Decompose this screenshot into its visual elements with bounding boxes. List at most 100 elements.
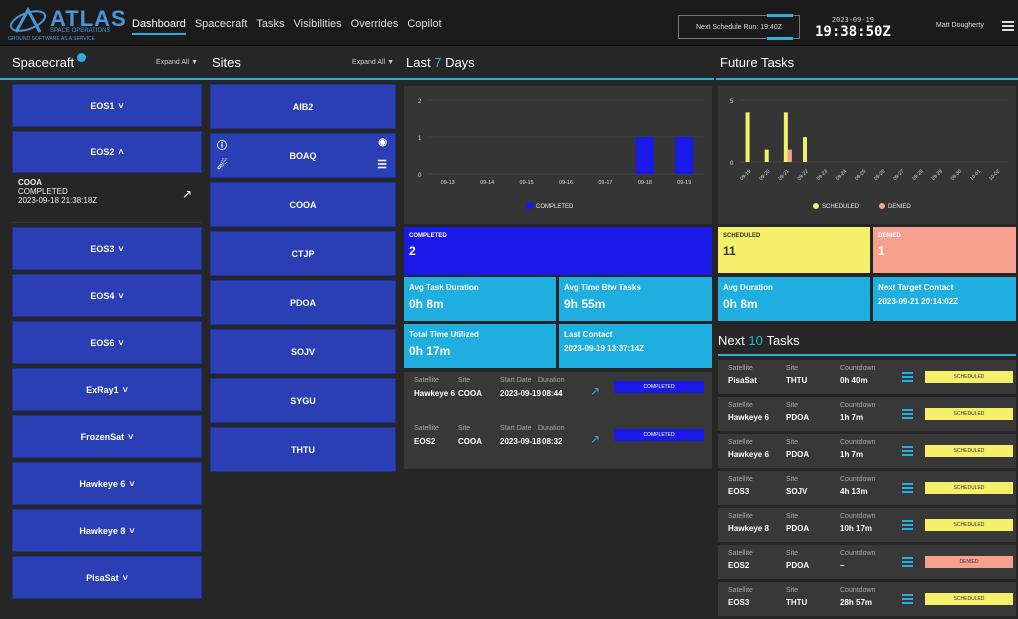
user-name[interactable]: Matt Dougherty [936, 22, 984, 29]
spacecraft-card-label: PisaSat [86, 572, 119, 583]
total-time-label: Total Time Utilized [409, 330, 479, 339]
hamburger-menu-icon[interactable] [1002, 21, 1014, 31]
completed-tile-label: COMPLETED [409, 233, 447, 239]
clock-date: 2023-09-19 [831, 16, 874, 24]
next-task-row[interactable]: Satellite Site Countdown EOS3 THTU 28h 57m SCH… [718, 582, 1016, 616]
site-card-sygu[interactable]: SYGU [210, 378, 396, 423]
eye-icon[interactable]: ◉ [378, 137, 387, 148]
header-site: Site [458, 377, 471, 384]
site-card-thtu[interactable]: THTU [210, 427, 396, 472]
list-icon[interactable] [902, 483, 913, 493]
nav-overrides[interactable]: Overrides [351, 18, 399, 35]
x-tick-label: 09-14 [480, 180, 494, 186]
next-task-row[interactable]: Satellite Site Countdown EOS2 PDOA – DENIED [718, 545, 1016, 579]
total-time-tile: Total Time Utilized 0h 17m [404, 324, 556, 368]
task-site: PDOA [786, 450, 810, 459]
header-site: Site [786, 365, 799, 372]
history-start-time: 08:44 [542, 389, 563, 398]
list-icon[interactable] [902, 446, 913, 456]
bar-scheduled [783, 112, 788, 162]
list-icon[interactable] [902, 557, 913, 567]
next-task-row[interactable]: Satellite Site Countdown EOS3 SOJV 4h 13m SCHE… [718, 471, 1016, 505]
spacecraft-card-pisasat[interactable]: PisaSat ˅ [12, 556, 202, 599]
list-icon[interactable] [902, 594, 913, 604]
header-satellite: Satellite [728, 439, 753, 446]
list-icon[interactable] [902, 520, 913, 530]
atlas-logo[interactable]: ATLAS SPACE OPERATIONS GROUND SOFTWARE A… [8, 6, 126, 42]
scheduled-tile: SCHEDULED 11 [718, 227, 870, 273]
nav-tasks[interactable]: Tasks [256, 18, 284, 35]
info-icon[interactable] [77, 52, 87, 62]
legend-swatch-denied [879, 203, 885, 209]
site-card-cooa[interactable]: COOA [210, 182, 396, 227]
spacecraft-card-eos3[interactable]: EOS3 ˅ [12, 227, 202, 270]
next-task-row[interactable]: Satellite Site Countdown Hawkeye 6 PDOA 1h 7m… [718, 397, 1016, 431]
spacecraft-card-label: EOS2 [90, 147, 115, 157]
nav-copilot[interactable]: Copilot [407, 18, 441, 35]
trend-chart-icon[interactable]: ↗ [182, 187, 192, 201]
spacecraft-card-hawkeye-8[interactable]: Hawkeye 8 ˅ [12, 509, 202, 552]
sites-expand-all[interactable]: Expand All ▼ [352, 59, 394, 66]
nav-spacecraft[interactable]: Spacecraft [195, 18, 248, 35]
header-duration: Duration [538, 377, 565, 384]
history-row[interactable]: Satellite Site Start Date Duration Hawkeye 6… [404, 372, 712, 422]
nav-visibilities[interactable]: Visibilities [294, 18, 342, 35]
site-card-pdoa[interactable]: PDOA [210, 280, 396, 325]
header-countdown: Countdown [840, 402, 876, 409]
trend-chart-icon[interactable]: ↗ [590, 432, 600, 446]
main-nav: Dashboard Spacecraft Tasks Visibilities … [132, 18, 442, 35]
header-countdown: Countdown [840, 513, 876, 520]
header-site: Site [786, 587, 799, 594]
site-card-ctjp[interactable]: CTJP [210, 231, 396, 276]
list-icon[interactable] [902, 409, 913, 419]
spacecraft-card-frozensat[interactable]: FrozenSat ˅ [12, 415, 202, 458]
chevron-down-icon: ˅ [122, 384, 128, 395]
site-card-boaq[interactable]: BOAQ ⓘ ☄ ◉ ☰ [210, 133, 396, 178]
trend-chart-icon[interactable]: ↗ [590, 384, 600, 398]
spacecraft-card-exray1[interactable]: ExRay1 ˅ [12, 368, 202, 411]
future-tasks-title: Future Tasks [720, 54, 795, 70]
legend-swatch-scheduled [813, 203, 819, 209]
list-icon[interactable] [902, 372, 913, 382]
last7-title-num: 7 [434, 54, 442, 70]
history-satellite: Hawkeye 6 [414, 389, 455, 398]
spacecraft-card-eos2[interactable]: EOS2 ˄ [12, 131, 202, 173]
header-satellite: Satellite [414, 377, 439, 384]
header-satellite: Satellite [728, 365, 753, 372]
x-tick-label: 09-19 [739, 168, 752, 181]
scheduled-status-pill: SCHEDULED [925, 519, 1013, 531]
y-tick-label: 2 [418, 99, 422, 105]
history-satellite: EOS2 [414, 437, 436, 446]
spacecraft-expand-all[interactable]: Expand All ▼ [156, 59, 198, 66]
nav-dashboard[interactable]: Dashboard [132, 18, 186, 35]
header-satellite: Satellite [728, 550, 753, 557]
denied-tile-label: DENIED [878, 233, 901, 239]
task-countdown: – [840, 561, 845, 570]
next-task-row[interactable]: Satellite Site Countdown Hawkeye 8 PDOA 10h 1… [718, 508, 1016, 542]
satellite-dish-icon[interactable]: ☄ [217, 158, 228, 172]
spacecraft-card-eos6[interactable]: EOS6 ˅ [12, 321, 202, 364]
history-row[interactable]: Satellite Site Start Date Duration EOS2 COOA 2… [404, 420, 712, 470]
chevron-down-icon: ˅ [118, 290, 124, 301]
spacecraft-card-eos1[interactable]: EOS1 ˅ [12, 84, 202, 127]
legend-label-scheduled: SCHEDULED [822, 204, 860, 210]
completed-chart-panel: 0 1 2 09-13 09-14 09-15 09-16 09-17 09-18 09-19 CO… [404, 86, 712, 224]
x-tick-label: 09-17 [598, 180, 612, 186]
info-circle-icon[interactable]: ⓘ [217, 137, 227, 152]
schedule-progress-bottom [767, 37, 793, 40]
site-card-label: THTU [291, 444, 315, 455]
next-task-row[interactable]: Satellite Site Countdown Hawkeye 6 PDOA 1h 7m… [718, 434, 1016, 468]
completed-status-pill: COMPLETED [614, 429, 704, 441]
header-satellite: Satellite [728, 513, 753, 520]
legend-label-denied: DENIED [888, 204, 911, 210]
header-site: Site [786, 402, 799, 409]
site-card-sojv[interactable]: SOJV [210, 329, 396, 374]
completed-status-pill: COMPLETED [614, 381, 704, 393]
task-countdown: 4h 13m [840, 487, 868, 496]
list-icon[interactable]: ☰ [377, 158, 387, 171]
spacecraft-card-eos4[interactable]: EOS4 ˅ [12, 274, 202, 317]
site-card-aib2[interactable]: AIB2 [210, 84, 396, 129]
next-task-row[interactable]: Satellite Site Countdown PisaSat THTU 0h 40m S… [718, 360, 1016, 394]
spacecraft-card-label: EOS1 [90, 100, 115, 111]
spacecraft-card-hawkeye-6[interactable]: Hawkeye 6 ˅ [12, 462, 202, 505]
